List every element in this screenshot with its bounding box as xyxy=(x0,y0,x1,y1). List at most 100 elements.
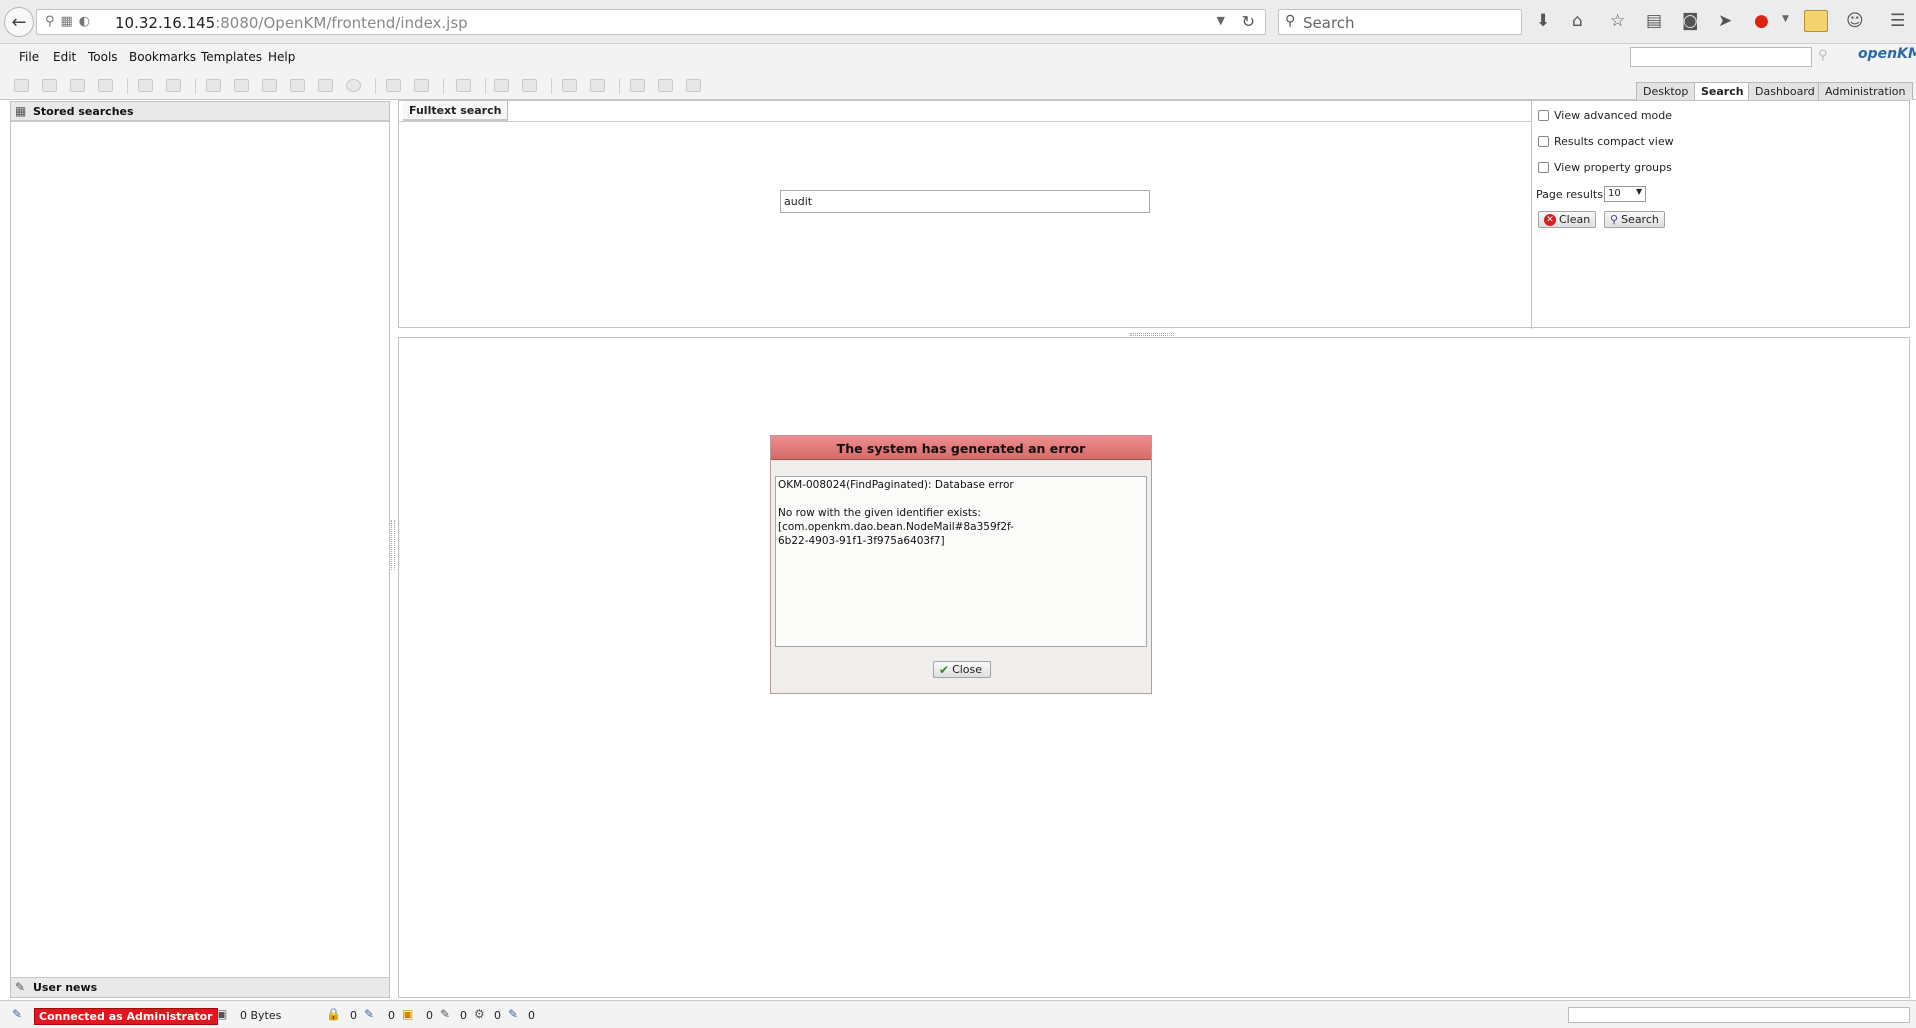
search-options: View advanced mode Results compact view … xyxy=(1531,101,1911,329)
menu-file[interactable]: File xyxy=(19,50,39,64)
user-news-header[interactable]: ✎ User news xyxy=(11,977,389,997)
chevron-down-icon[interactable]: ▼ xyxy=(1636,187,1642,196)
compact-view-checkbox[interactable] xyxy=(1538,136,1549,147)
tab-underline xyxy=(399,121,1531,122)
adblock-icon[interactable]: ● xyxy=(1754,11,1769,31)
close-button[interactable]: ✔ Close xyxy=(933,661,991,678)
locked-documents-icon[interactable]: 🔒 xyxy=(326,1007,341,1021)
menu-templates[interactable]: Templates xyxy=(201,50,262,64)
status-bar: ✎ Connected as Administrator ▣ 0 Bytes 🔒… xyxy=(0,1000,1916,1028)
toolbar-divider xyxy=(195,78,196,94)
tab-dashboard[interactable]: Dashboard xyxy=(1748,82,1822,100)
status-message-field xyxy=(1568,1007,1910,1023)
tool-new-folder-icon[interactable] xyxy=(206,79,221,92)
workflow-icon[interactable]: ⚙ xyxy=(474,1007,485,1021)
menu-edit[interactable]: Edit xyxy=(53,50,76,64)
search-label: Search xyxy=(1621,213,1659,226)
address-bar[interactable]: ⚲▦◐ 10.32.16.145:8080/OpenKM/frontend/in… xyxy=(36,9,1266,35)
reload-icon[interactable]: ↻ xyxy=(1242,12,1255,31)
vertical-splitter[interactable] xyxy=(391,520,395,570)
extension-icon[interactable] xyxy=(1804,10,1828,32)
property-groups-checkbox[interactable] xyxy=(1538,162,1549,173)
toolbar-divider xyxy=(375,78,376,94)
adblock-menu-icon[interactable]: ▼ xyxy=(1782,14,1789,24)
property-groups-label: View property groups xyxy=(1554,161,1672,174)
send-icon[interactable]: ➤ xyxy=(1718,11,1732,31)
tool-remove-property-group-icon[interactable] xyxy=(414,79,429,92)
bookmark-star-icon[interactable]: ☆ xyxy=(1610,11,1625,31)
horizontal-splitter[interactable] xyxy=(1130,333,1174,336)
hamburger-menu-icon[interactable]: ☰ xyxy=(1890,11,1905,31)
tool-add-property-group-icon[interactable] xyxy=(386,79,401,92)
tool-add-document-icon[interactable] xyxy=(234,79,249,92)
tool-delete-icon[interactable] xyxy=(346,79,361,92)
tool-add-subscription-icon[interactable] xyxy=(494,79,509,92)
quick-search-input[interactable] xyxy=(1630,47,1812,67)
tool-checkin-icon[interactable] xyxy=(290,79,305,92)
tab-search[interactable]: Search xyxy=(1694,82,1751,101)
toolbar-divider xyxy=(443,78,444,94)
browser-search-input[interactable]: ⚲ Search xyxy=(1278,9,1522,35)
news-icon: ✎ xyxy=(15,980,26,994)
repository-size-icon: ▣ xyxy=(216,1007,228,1021)
subscriptions-icon[interactable]: ▣ xyxy=(402,1007,413,1021)
proposed-subscription-icon[interactable]: ✎ xyxy=(508,1007,518,1021)
menu-bookmarks[interactable]: Bookmarks xyxy=(129,50,196,64)
tab-administration[interactable]: Administration xyxy=(1818,82,1913,100)
tool-scanner-icon[interactable] xyxy=(630,79,645,92)
advanced-mode-option[interactable]: View advanced mode xyxy=(1538,109,1672,122)
tool-stop-icon[interactable] xyxy=(14,79,29,92)
tool-print-icon[interactable] xyxy=(98,79,113,92)
tab-desktop[interactable]: Desktop xyxy=(1636,82,1696,100)
clean-button[interactable]: ✕ Clean xyxy=(1538,211,1597,228)
error-message: OKM-008024(FindPaginated): Database erro… xyxy=(775,476,1147,647)
tab-fulltext-search[interactable]: Fulltext search xyxy=(403,101,509,121)
stored-search-icon: ▦ xyxy=(15,104,27,118)
locked-count: 0 xyxy=(350,1009,357,1022)
checkout-count: 0 xyxy=(388,1009,395,1022)
fulltext-search-input[interactable] xyxy=(780,190,1150,213)
back-arrow-icon[interactable]: ← xyxy=(4,7,34,37)
tool-chat-icon[interactable] xyxy=(686,79,701,92)
home-icon[interactable]: ⌂ xyxy=(1572,11,1583,31)
search-icon[interactable]: ⚲ xyxy=(1818,48,1828,63)
tool-lock-icon[interactable] xyxy=(138,79,153,92)
tool-remove-subscription-icon[interactable] xyxy=(522,79,537,92)
error-dialog: The system has generated an error OKM-00… xyxy=(770,435,1152,694)
tool-home-icon[interactable] xyxy=(590,79,605,92)
stored-searches-header[interactable]: ▦ Stored searches xyxy=(11,102,389,122)
menu-tools[interactable]: Tools xyxy=(88,50,118,64)
page-results-label: Page results xyxy=(1536,188,1603,201)
property-groups-option[interactable]: View property groups xyxy=(1538,161,1672,174)
chevron-down-icon[interactable]: ▼ xyxy=(1217,14,1225,27)
site-info-icon[interactable]: ⚲▦◐ xyxy=(45,14,96,29)
chat-icon[interactable]: ☺ xyxy=(1846,11,1864,31)
tool-find-icon[interactable] xyxy=(70,79,85,92)
reading-list-icon[interactable]: ▤ xyxy=(1646,11,1662,31)
search-button[interactable]: ⚲ Search xyxy=(1604,211,1665,228)
tool-workflow-icon[interactable] xyxy=(456,79,471,92)
pocket-icon[interactable]: ◙ xyxy=(1682,11,1699,31)
compact-view-option[interactable]: Results compact view xyxy=(1538,135,1674,148)
checkout-documents-icon[interactable]: ✎ xyxy=(364,1007,374,1021)
search-placeholder: Search xyxy=(1303,14,1355,32)
tool-export-icon[interactable] xyxy=(562,79,577,92)
tool-refresh-icon[interactable] xyxy=(42,79,57,92)
tool-unlock-icon[interactable] xyxy=(166,79,181,92)
tool-uploader-icon[interactable] xyxy=(658,79,673,92)
download-icon[interactable]: ⬇ xyxy=(1536,11,1550,31)
connection-status: Connected as Administrator xyxy=(34,1008,218,1025)
tool-cancel-checkout-icon[interactable] xyxy=(318,79,333,92)
error-dialog-title[interactable]: The system has generated an error xyxy=(771,436,1151,460)
search-icon: ⚲ xyxy=(1285,13,1296,29)
advanced-mode-label: View advanced mode xyxy=(1554,109,1673,122)
stored-searches-title: Stored searches xyxy=(33,105,134,118)
browser-toolbar: ← ⚲▦◐ 10.32.16.145:8080/OpenKM/frontend/… xyxy=(0,0,1916,44)
menu-help[interactable]: Help xyxy=(268,50,295,64)
advanced-mode-checkbox[interactable] xyxy=(1538,110,1549,121)
search-results-panel xyxy=(398,337,1910,998)
user-news-title: User news xyxy=(33,981,98,994)
news-icon[interactable]: ✎ xyxy=(440,1007,450,1021)
tool-checkout-icon[interactable] xyxy=(262,79,277,92)
repository-size: 0 Bytes xyxy=(240,1009,282,1022)
